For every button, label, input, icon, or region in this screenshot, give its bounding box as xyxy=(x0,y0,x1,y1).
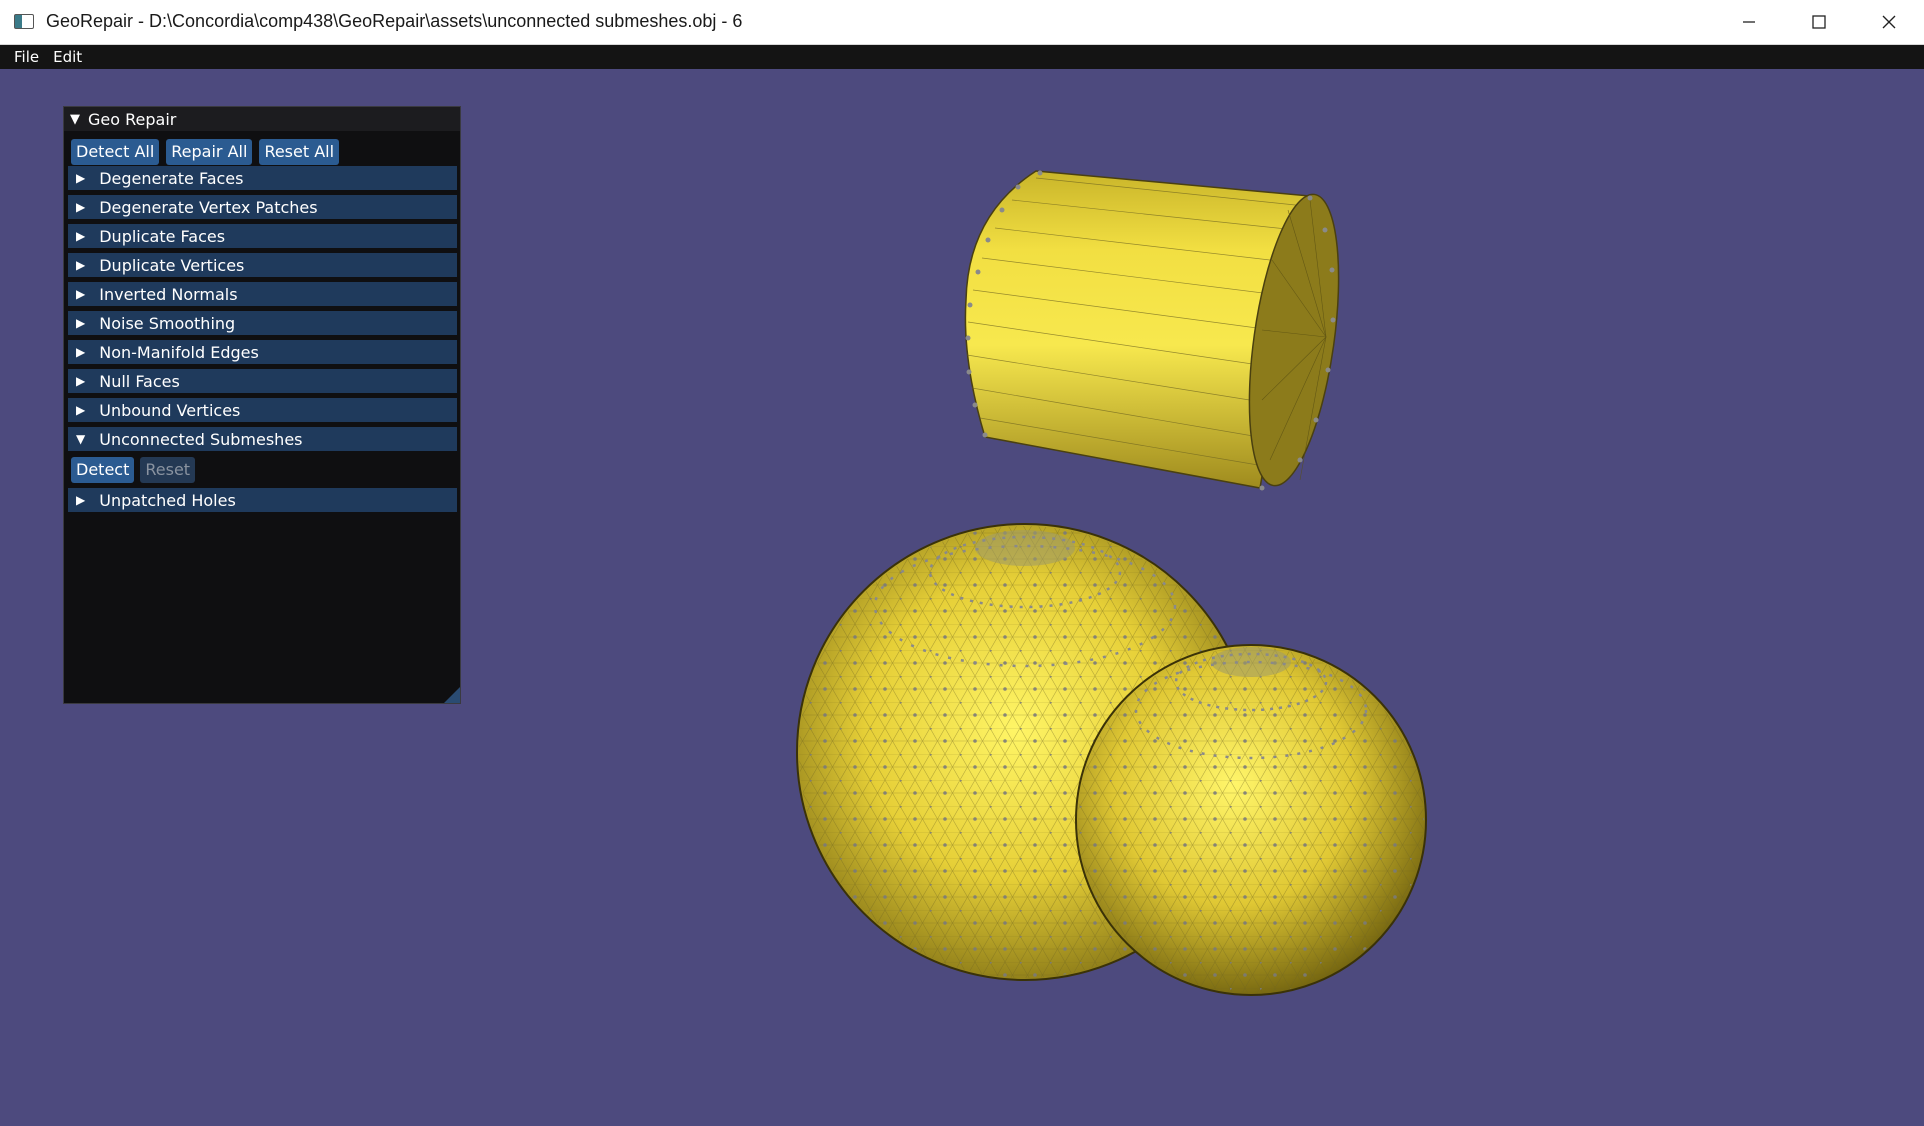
section-unbound-vertices[interactable]: ▶ Unbound Vertices xyxy=(68,398,457,422)
section-label: Unpatched Holes xyxy=(99,490,236,510)
menu-bar: File Edit xyxy=(0,45,1924,69)
collapse-triangle-icon: ▼ xyxy=(76,432,86,446)
section-unpatched-holes[interactable]: ▶ Unpatched Holes xyxy=(68,488,457,512)
app-icon xyxy=(14,14,34,29)
cylinder-mesh xyxy=(964,170,1340,491)
repair-all-button[interactable]: Repair All xyxy=(166,139,253,165)
detect-button[interactable]: Detect xyxy=(71,457,135,483)
unconnected-submeshes-actions: Detect Reset xyxy=(64,451,460,483)
small-sphere-mesh xyxy=(1075,644,1427,996)
section-label: Unconnected Submeshes xyxy=(99,429,303,449)
reset-all-button[interactable]: Reset All xyxy=(259,139,340,165)
expand-triangle-icon: ▶ xyxy=(76,403,86,417)
expand-triangle-icon: ▶ xyxy=(76,374,86,388)
section-label: Non-Manifold Edges xyxy=(99,342,259,362)
minimize-icon xyxy=(1743,21,1755,23)
section-non-manifold-edges[interactable]: ▶ Non-Manifold Edges xyxy=(68,340,457,364)
panel-actions: Detect All Repair All Reset All xyxy=(64,131,460,165)
section-inverted-normals[interactable]: ▶ Inverted Normals xyxy=(68,282,457,306)
section-label: Degenerate Faces xyxy=(99,168,244,188)
section-label: Null Faces xyxy=(99,371,180,391)
section-label: Degenerate Vertex Patches xyxy=(99,197,318,217)
section-null-faces[interactable]: ▶ Null Faces xyxy=(68,369,457,393)
section-label: Duplicate Vertices xyxy=(99,255,245,275)
expand-triangle-icon: ▶ xyxy=(76,258,86,272)
section-duplicate-vertices[interactable]: ▶ Duplicate Vertices xyxy=(68,253,457,277)
section-label: Duplicate Faces xyxy=(99,226,226,246)
section-degenerate-faces[interactable]: ▶ Degenerate Faces xyxy=(68,166,457,190)
expand-triangle-icon: ▶ xyxy=(76,171,86,185)
expand-triangle-icon: ▶ xyxy=(76,316,86,330)
geo-repair-panel: ▼ Geo Repair Detect All Repair All Reset… xyxy=(63,106,461,704)
section-degenerate-vertex-patches[interactable]: ▶ Degenerate Vertex Patches xyxy=(68,195,457,219)
minimize-button[interactable] xyxy=(1714,0,1784,44)
section-label: Noise Smoothing xyxy=(99,313,236,333)
maximize-icon xyxy=(1812,15,1826,29)
expand-triangle-icon: ▶ xyxy=(76,229,86,243)
section-noise-smoothing[interactable]: ▶ Noise Smoothing xyxy=(68,311,457,335)
title-bar: GeoRepair - D:\Concordia\comp438\GeoRepa… xyxy=(0,0,1924,45)
section-label: Unbound Vertices xyxy=(99,400,241,420)
panel-title: Geo Repair xyxy=(88,109,177,129)
window-title: GeoRepair - D:\Concordia\comp438\GeoRepa… xyxy=(46,11,743,31)
section-unconnected-submeshes[interactable]: ▼ Unconnected Submeshes xyxy=(68,427,457,451)
menu-file[interactable]: File xyxy=(7,45,46,69)
panel-header[interactable]: ▼ Geo Repair xyxy=(64,107,460,131)
maximize-button[interactable] xyxy=(1784,0,1854,44)
detect-all-button[interactable]: Detect All xyxy=(71,139,160,165)
menu-edit[interactable]: Edit xyxy=(46,45,89,69)
close-button[interactable] xyxy=(1854,0,1924,44)
section-duplicate-faces[interactable]: ▶ Duplicate Faces xyxy=(68,224,457,248)
expand-triangle-icon: ▶ xyxy=(76,345,86,359)
expand-triangle-icon: ▶ xyxy=(76,200,86,214)
expand-triangle-icon: ▶ xyxy=(76,493,86,507)
resize-grip[interactable] xyxy=(444,687,460,703)
reset-button[interactable]: Reset xyxy=(140,457,196,483)
close-icon xyxy=(1882,15,1896,29)
collapse-triangle-icon[interactable]: ▼ xyxy=(70,112,80,127)
expand-triangle-icon: ▶ xyxy=(76,287,86,301)
section-label: Inverted Normals xyxy=(99,284,238,304)
